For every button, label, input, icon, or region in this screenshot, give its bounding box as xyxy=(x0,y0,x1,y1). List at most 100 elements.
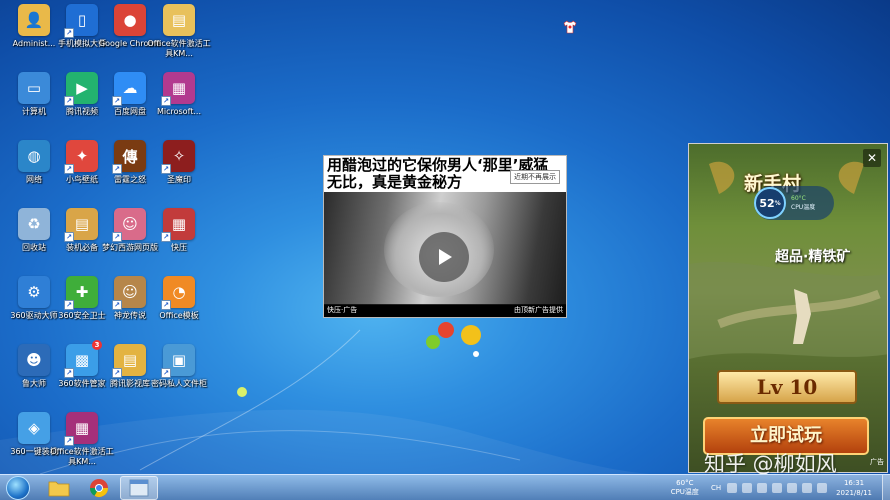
shortcut-arrow-icon: ↗ xyxy=(161,368,171,378)
game-subtitle: 超品·精铁矿 xyxy=(775,249,851,265)
cpu-monitor-widget[interactable]: 52% 60°C CPU温度 xyxy=(754,186,834,220)
shortcut-arrow-icon: ↗ xyxy=(161,232,171,242)
chrome-icon: ● xyxy=(114,4,146,36)
baidu-netdisk-icon: ☁ ↗ xyxy=(112,72,146,106)
taskbar-active-window-button[interactable] xyxy=(120,476,158,500)
cpu-usage-gauge: 52% xyxy=(754,187,786,219)
desktop-icon-label: Office软件激活工具KM... xyxy=(147,39,211,58)
shortcut-arrow-icon: ↗ xyxy=(64,28,74,38)
desktop-icon[interactable]: ▦ ↗ 快压 xyxy=(147,208,211,274)
cpu-usage-unit: % xyxy=(774,199,781,207)
tencent-video-icon: ▶ ↗ xyxy=(64,72,98,106)
kuaiya-icon: ▦ ↗ xyxy=(161,208,195,242)
tray-cpu-temp[interactable]: 60°C CPU温度 xyxy=(671,479,699,497)
taskbar: 60°C CPU温度 CH 16:31 2021/8/11 xyxy=(0,474,890,500)
ludashi-icon: ☻ xyxy=(18,344,50,376)
shortcut-arrow-icon: ↗ xyxy=(64,232,74,242)
desktop-icon[interactable]: ▣ ↗ 密码私人文件柜 xyxy=(147,344,211,410)
tray-app-icon[interactable] xyxy=(772,483,783,493)
ad-dismiss-button[interactable]: 近期不再展示 xyxy=(510,170,560,184)
desktop-icon-label: 密码私人文件柜 xyxy=(151,379,207,388)
install-folder-icon: ▤ ↗ xyxy=(64,208,98,242)
game-leiting-icon: 傳 ↗ xyxy=(112,140,146,174)
shortcut-arrow-icon: ↗ xyxy=(112,96,122,106)
shortcut-arrow-icon: ↗ xyxy=(161,300,171,310)
office-template-icon: ◔ ↗ xyxy=(161,276,195,310)
game-menghuan-icon: ☺ ↗ xyxy=(112,208,146,242)
ad-source-left: 快压·广告 xyxy=(327,306,358,314)
shortcut-arrow-icon: ↗ xyxy=(112,164,122,174)
network-icon: ◍ xyxy=(18,140,50,172)
shortcut-arrow-icon: ↗ xyxy=(64,300,74,310)
system-tray: 60°C CPU温度 CH 16:31 2021/8/11 xyxy=(671,475,890,500)
shortcut-arrow-icon: ↗ xyxy=(64,436,74,446)
network-signal-icon[interactable] xyxy=(802,483,813,493)
windows-logo-icon xyxy=(6,476,30,500)
shortcut-arrow-icon: ↗ xyxy=(161,96,171,106)
cpu-temperature: 60°C xyxy=(791,195,806,202)
window-icon xyxy=(129,479,149,497)
chrome-icon xyxy=(90,479,108,498)
bird-wallpaper-icon: ✦ ↗ xyxy=(64,140,98,174)
folder-icon: ▤ xyxy=(163,4,195,36)
user-folder-icon: 👤 xyxy=(18,4,50,36)
cpu-usage-value: 52 xyxy=(759,196,775,210)
360-safe-icon: ✚ ↗ xyxy=(64,276,98,310)
desktop-icon[interactable]: ◔ ↗ Office模板 xyxy=(147,276,211,342)
desktop-icon-label: Office软件激活工具KM... xyxy=(50,447,114,466)
shortcut-arrow-icon: ↗ xyxy=(112,300,122,310)
game-level-badge: Lv 10 xyxy=(717,370,857,404)
desktop-icon-label: Office模板 xyxy=(159,311,199,320)
clock[interactable]: 16:31 2021/8/11 xyxy=(836,478,872,498)
shortcut-arrow-icon: ↗ xyxy=(112,368,122,378)
ad-footer: 快压·广告 由顶新广告提供 xyxy=(324,304,566,317)
tray-temp-label: CPU温度 xyxy=(670,488,699,496)
cpu-temp-label: CPU温度 xyxy=(791,204,816,211)
play-icon[interactable] xyxy=(419,232,469,282)
start-button[interactable] xyxy=(3,475,33,500)
recycle-bin-icon: ♻ xyxy=(18,208,50,240)
driver-master-icon: ⚙ xyxy=(18,276,50,308)
ad-tag: 广告 xyxy=(870,458,884,466)
clock-time: 16:31 xyxy=(843,479,865,487)
desktop-icon-label: Microsoft... xyxy=(156,107,202,116)
usb-icon[interactable] xyxy=(787,483,798,493)
desktop-icon-label: 快压 xyxy=(171,243,187,252)
winrar-archive-icon: ▦ ↗ xyxy=(64,412,98,446)
tray-expand-icon[interactable] xyxy=(757,483,768,493)
video-ad-popup[interactable]: 用醋泡过的它保你男人‘那里’威猛无比，真是黄金秘方 近期不再展示 快压·广告 由… xyxy=(323,155,567,318)
shortcut-arrow-icon: ↗ xyxy=(161,164,171,174)
shortcut-arrow-icon: ↗ xyxy=(64,96,74,106)
tray-temp-value: 60°C xyxy=(676,479,694,487)
desktop-icon[interactable]: ✧ ↗ 圣魔印 xyxy=(147,140,211,206)
ad-source-right: 由顶新广告提供 xyxy=(514,306,563,314)
taskbar-chrome-button[interactable] xyxy=(80,476,118,500)
software-manager-icon: ▩ ↗ 3 xyxy=(64,340,102,378)
phone-emulator-icon: ▯ ↗ xyxy=(64,4,98,38)
close-icon[interactable]: ✕ xyxy=(863,149,881,167)
desktop-icon[interactable]: ▦ ↗ Office软件激活工具KM... xyxy=(50,412,114,478)
desktop-icon-label: 圣魔印 xyxy=(167,175,191,184)
shortcut-arrow-icon: ↗ xyxy=(112,232,122,242)
game-shenlong-icon: ☺ ↗ xyxy=(112,276,146,310)
volume-icon[interactable] xyxy=(817,483,828,493)
desktop-icon[interactable]: ▦ ↗ Microsoft... xyxy=(147,72,211,138)
desktop-icon[interactable]: ▤ Office软件激活工具KM... xyxy=(147,4,211,70)
private-cabinet-icon: ▣ ↗ xyxy=(161,344,195,378)
shortcut-arrow-icon: ↗ xyxy=(64,368,74,378)
ime-indicator[interactable]: CH xyxy=(711,484,721,492)
game-shengmo-icon: ✧ ↗ xyxy=(161,140,195,174)
help-icon[interactable] xyxy=(727,483,738,493)
show-desktop-button[interactable] xyxy=(882,475,890,500)
video-folder-icon: ▤ ↗ xyxy=(112,344,146,378)
one-click-install-icon: ◈ xyxy=(18,412,50,444)
winrar-icon: ▦ ↗ xyxy=(161,72,195,106)
keyboard-icon[interactable] xyxy=(742,483,753,493)
tshirt-icon[interactable] xyxy=(562,19,578,35)
computer-icon: ▭ xyxy=(18,72,50,104)
shortcut-arrow-icon: ↗ xyxy=(64,164,74,174)
taskbar-explorer-button[interactable] xyxy=(40,476,78,500)
cpu-temp-info: 60°C CPU温度 xyxy=(791,194,815,212)
folder-icon xyxy=(48,481,70,497)
clock-date: 2021/8/11 xyxy=(836,489,872,497)
